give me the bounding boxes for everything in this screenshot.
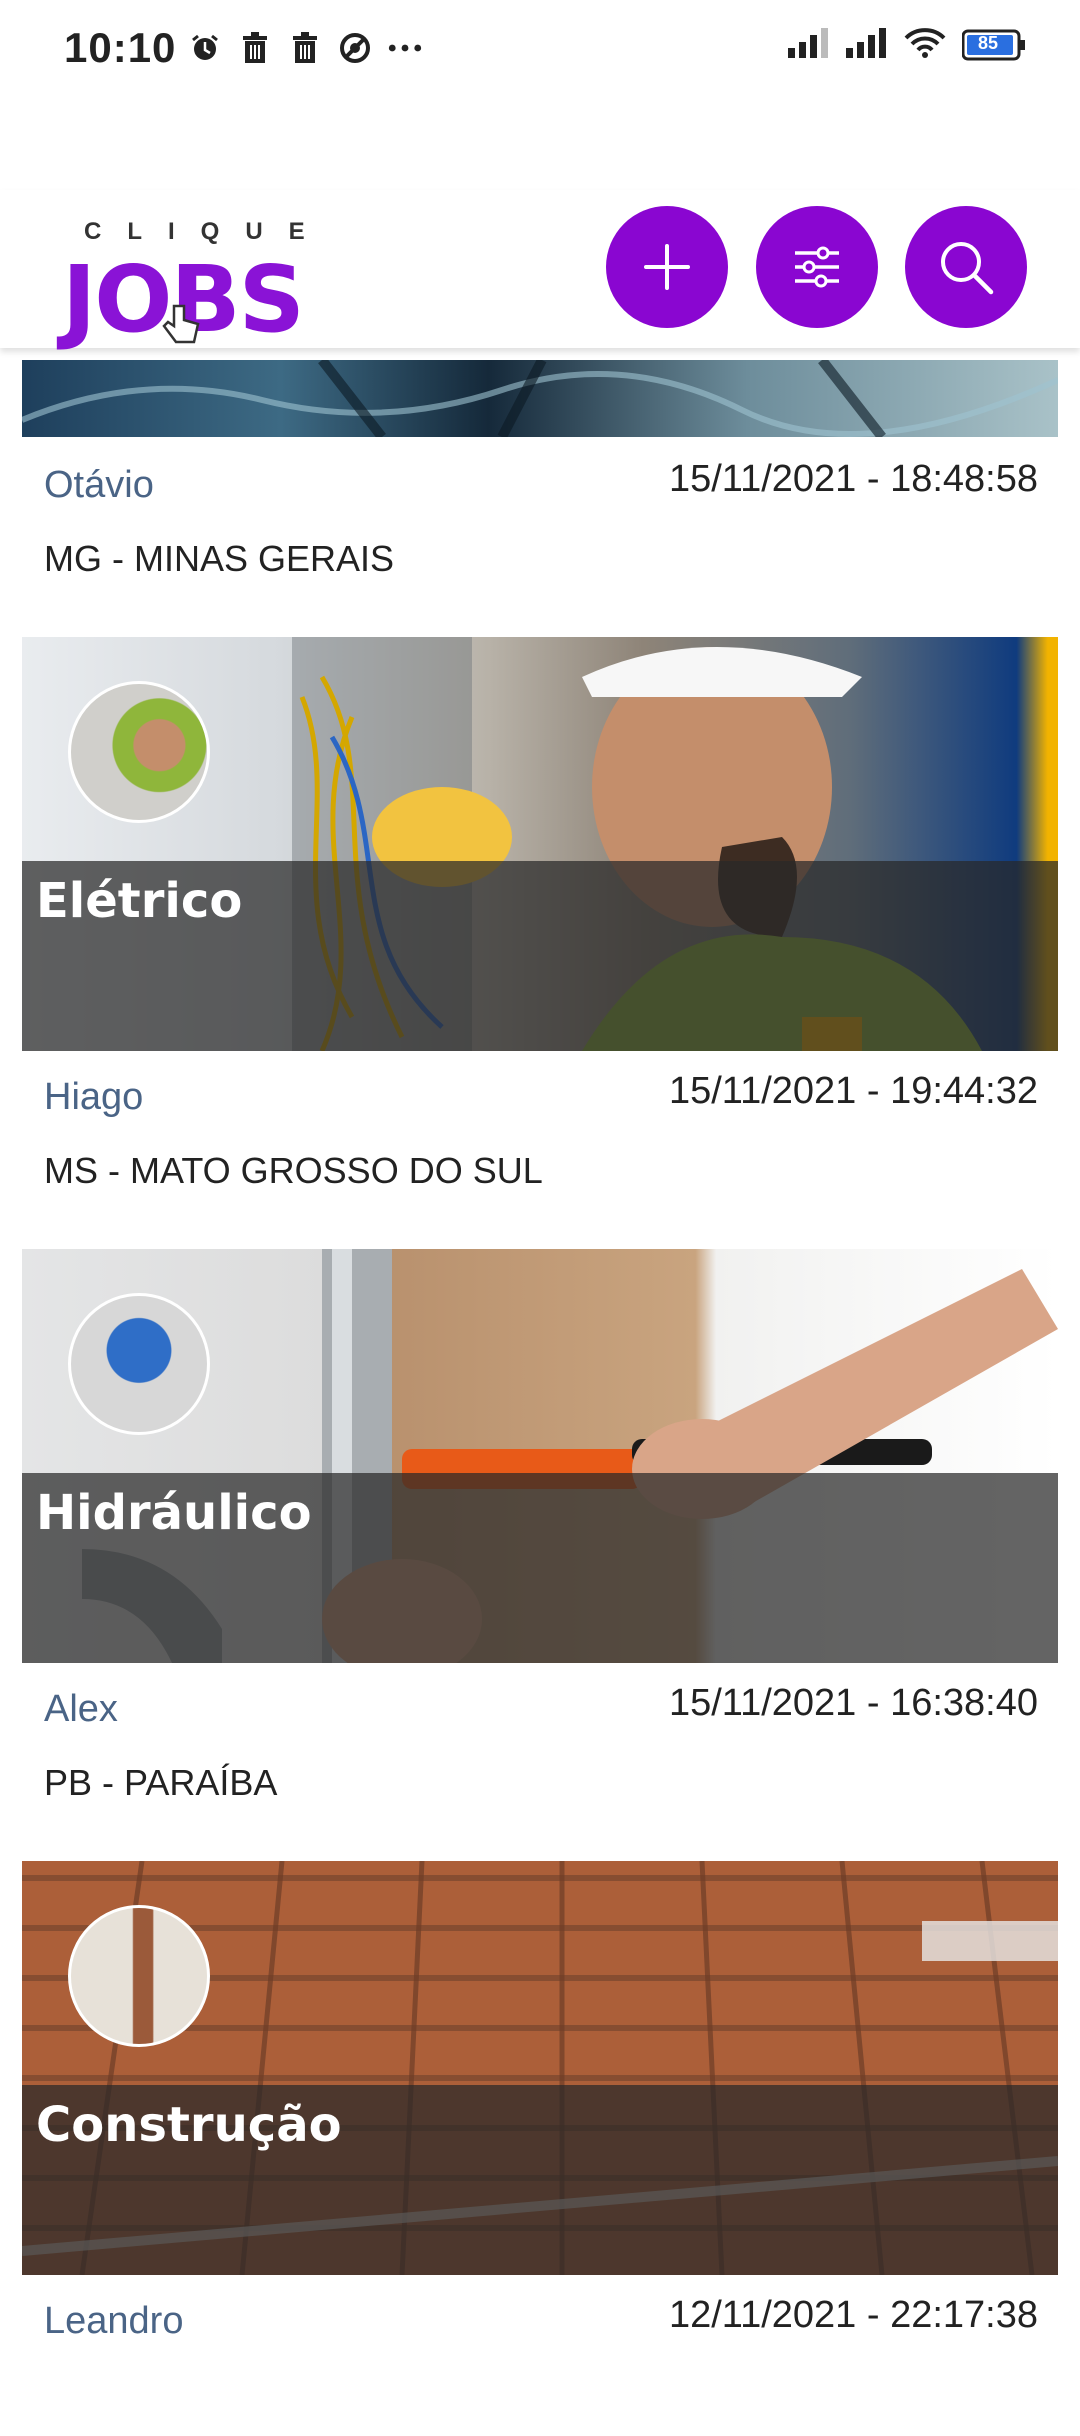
hand-cursor-icon [160, 302, 204, 351]
listing-image[interactable]: Construção [22, 1861, 1058, 2275]
category-label: Elétrico [36, 873, 243, 929]
listing-author: Alex [44, 1688, 118, 1730]
add-button[interactable] [606, 206, 728, 328]
listing-image[interactable]: Hidráulico [22, 1249, 1058, 1663]
listing-image[interactable]: Elétrico [22, 637, 1058, 1051]
listing-info[interactable]: Otávio 15/11/2021 - 18:48:58 MG - MINAS … [44, 450, 1038, 600]
listing-state: PB - PARAÍBA [44, 1762, 278, 1803]
battery-icon: 85 [961, 29, 1026, 61]
status-time: 10:10 [64, 24, 177, 71]
trash-icon [288, 30, 322, 66]
search-icon [941, 242, 994, 295]
app-header: CLIQUE JOBS [0, 190, 1080, 353]
category-overlay: Hidráulico [22, 1473, 1058, 1663]
listing-image[interactable] [22, 360, 1058, 437]
listing-info[interactable]: Alex 15/11/2021 - 16:38:40 PB - PARAÍBA [44, 1674, 1038, 1824]
logo-small-text: CLIQUE [84, 218, 331, 245]
category-label: Construção [36, 2097, 342, 2153]
category-avatar [68, 1905, 210, 2047]
battery-level: 85 [978, 32, 999, 53]
clique-jobs-logo[interactable]: CLIQUE JOBS [58, 210, 318, 353]
category-avatar [68, 681, 210, 823]
status-bar: 10:10 85 [0, 0, 1080, 100]
signal-icon [788, 26, 830, 63]
signal-icon [846, 26, 888, 63]
listing-datetime: 15/11/2021 - 19:44:32 [668, 1070, 1038, 1112]
more-icon [388, 30, 422, 66]
search-button[interactable] [905, 206, 1027, 328]
machinery-photo [22, 360, 1058, 437]
alarm-icon [188, 30, 222, 66]
listing-author: Hiago [44, 1076, 144, 1118]
listing-state: MS - MATO GROSSO DO SUL [44, 1150, 543, 1191]
category-label: Hidráulico [36, 1485, 312, 1541]
add-icon [644, 244, 690, 290]
listing-datetime: 12/11/2021 - 22:17:38 [668, 2294, 1038, 2336]
listing-author: Leandro [44, 2300, 184, 2342]
notification-icons [188, 30, 422, 66]
wifi-icon [904, 26, 946, 63]
trash-icon [238, 30, 272, 66]
listing-info[interactable]: Hiago 15/11/2021 - 19:44:32 MS - MATO GR… [44, 1062, 1038, 1212]
category-overlay: Elétrico [22, 861, 1058, 1051]
do-not-disturb-icon [338, 30, 372, 66]
listing-datetime: 15/11/2021 - 16:38:40 [668, 1682, 1038, 1724]
filter-icon [795, 246, 839, 288]
listing-author: Otávio [44, 464, 154, 506]
listing-state: MG - MINAS GERAIS [44, 538, 395, 579]
filter-button[interactable] [756, 206, 878, 328]
category-overlay: Construção [22, 2085, 1058, 2275]
listing-info[interactable]: Leandro 12/11/2021 - 22:17:38 [44, 2286, 1038, 2436]
system-icons: 85 [788, 26, 1026, 63]
category-avatar [68, 1293, 210, 1435]
listing-datetime: 15/11/2021 - 18:48:58 [668, 458, 1038, 500]
